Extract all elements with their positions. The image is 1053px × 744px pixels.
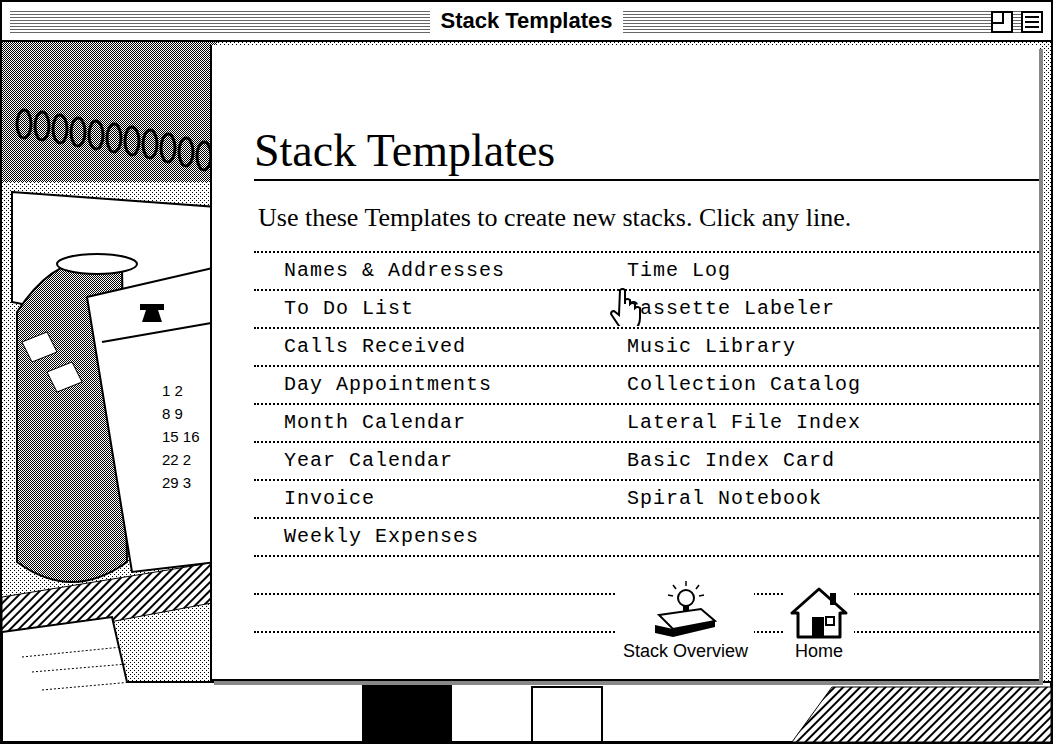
template-row: Names & AddressesTime Log [254, 253, 1039, 291]
stack-overview-icon[interactable] [651, 579, 721, 639]
calendar-row: 1 2 [162, 382, 200, 400]
template-item[interactable]: Weekly Expenses [254, 522, 627, 552]
templates-card: Stack Templates Use these Templates to c… [210, 45, 1039, 681]
home-icon[interactable] [790, 579, 848, 639]
calendar-row: 29 3 [162, 474, 200, 492]
template-item[interactable]: Music Library [627, 332, 796, 362]
calendar-row: 8 9 [162, 405, 200, 423]
title-bar[interactable]: Stack Templates [2, 2, 1051, 42]
template-item[interactable]: Basic Index Card [627, 446, 835, 476]
template-item[interactable]: Calls Received [254, 332, 627, 362]
button-label[interactable]: Home [795, 639, 843, 663]
template-item[interactable]: Collection Catalog [627, 370, 861, 400]
template-item[interactable]: Year Calendar [254, 446, 627, 476]
template-row: Month CalendarLateral File Index [254, 405, 1039, 443]
navigation-buttons: Stack Overview Home [617, 579, 854, 663]
template-item[interactable]: Names & Addresses [254, 256, 627, 286]
template-item[interactable]: To Do List [254, 294, 627, 324]
template-row: InvoiceSpiral Notebook [254, 481, 1039, 519]
template-item[interactable]: Day Appointments [254, 370, 627, 400]
calendar-dates: 1 2 8 9 15 16 22 2 29 3 [162, 382, 200, 492]
calendar-row: 22 2 [162, 451, 200, 469]
template-item[interactable]: Month Calendar [254, 408, 627, 438]
zoom-box-icon[interactable] [991, 11, 1013, 33]
collapse-box-icon[interactable] [1021, 11, 1043, 33]
card-heading: Stack Templates [254, 125, 1039, 179]
calendar-row: 15 16 [162, 428, 200, 446]
stack-overview-button[interactable]: Stack Overview [617, 579, 754, 663]
template-item[interactable]: Invoice [254, 484, 627, 514]
stack-window: Stack Templates [0, 0, 1053, 744]
template-row: Calls ReceivedMusic Library [254, 329, 1039, 367]
home-button[interactable]: Home [784, 579, 854, 663]
window-title: Stack Templates [430, 7, 622, 35]
template-item[interactable]: Lateral File Index [627, 408, 861, 438]
button-label[interactable]: Stack Overview [623, 639, 748, 663]
template-row: Day AppointmentsCollection Catalog [254, 367, 1039, 405]
template-row: Year CalendarBasic Index Card [254, 443, 1039, 481]
card-area: 1 2 8 9 15 16 22 2 29 3 Stack Templates Use … [2, 42, 1051, 742]
hand-cursor-icon [610, 288, 644, 326]
template-item[interactable]: Time Log [627, 256, 731, 286]
instructions: Use these Templates to create new stacks… [258, 201, 1039, 235]
template-list: Names & AddressesTime LogTo Do ListCasse… [254, 251, 1039, 633]
template-row: To Do ListCassette Labeler [254, 291, 1039, 329]
template-item[interactable]: Cassette Labeler [627, 294, 835, 324]
template-item[interactable]: Spiral Notebook [627, 484, 822, 514]
template-row: Weekly Expenses [254, 519, 1039, 557]
